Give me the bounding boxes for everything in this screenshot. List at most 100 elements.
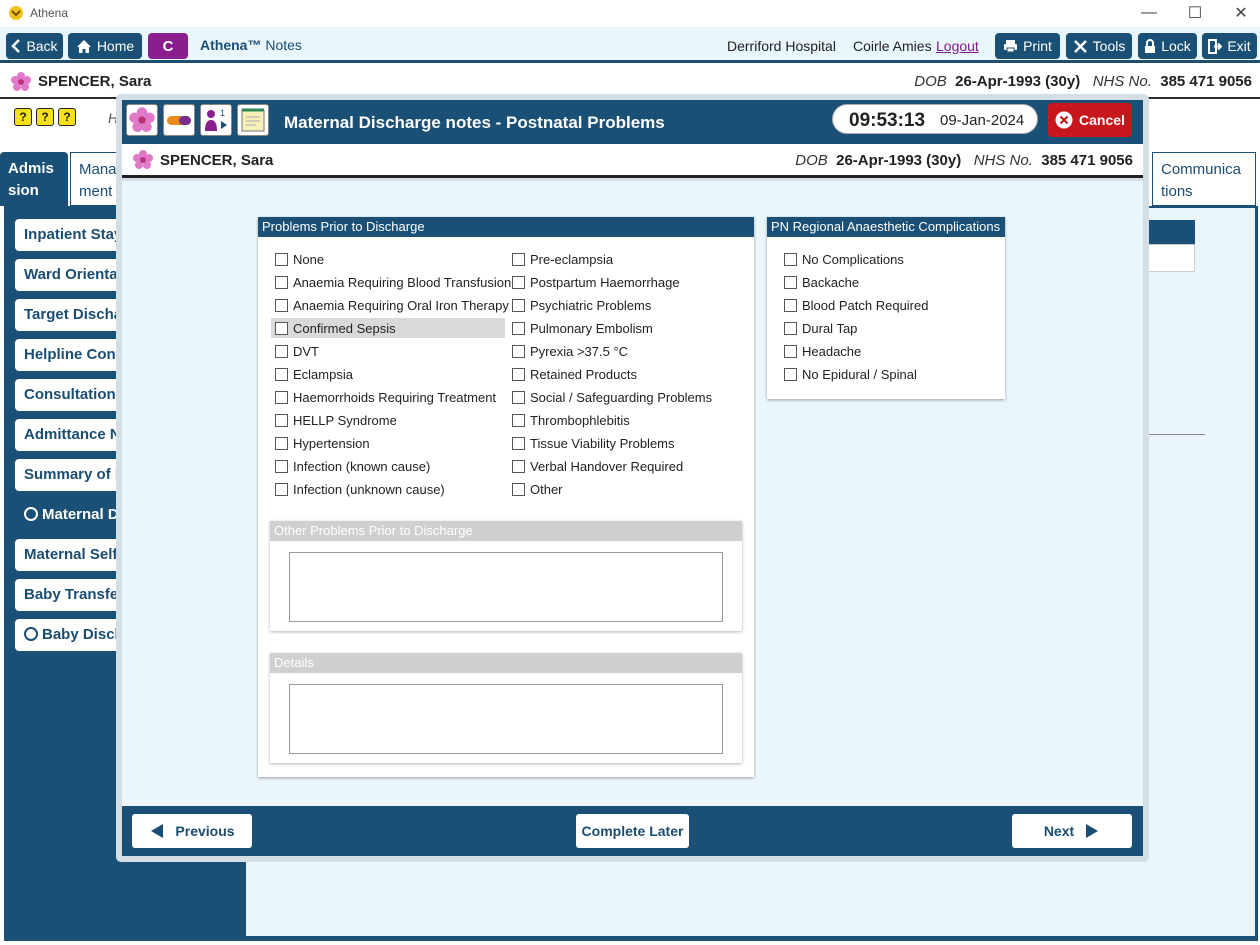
sidebar-item-target-discharge[interactable]: Target Dischar [15, 299, 125, 331]
checkbox-pre-eclampsia[interactable]: Pre-eclampsia [508, 249, 748, 269]
sidebar-item-summary[interactable]: Summary of P [15, 459, 125, 491]
tools-button[interactable]: Tools [1066, 33, 1132, 59]
sidebar-item-baby-discharge[interactable]: Baby Discha [15, 619, 125, 651]
checkbox-box[interactable] [512, 252, 525, 266]
checkbox-box[interactable] [784, 275, 797, 289]
back-button[interactable]: Back [6, 33, 63, 59]
dialog-patient-name: SPENCER, Sara [160, 152, 274, 169]
checkbox-box[interactable] [512, 413, 525, 427]
checkbox-infection-unknown-cause[interactable]: Infection (unknown cause) [271, 479, 505, 499]
sidebar-item-maternal-self[interactable]: Maternal Self [15, 539, 125, 571]
checkbox-box[interactable] [784, 321, 797, 335]
next-button[interactable]: Next [1012, 814, 1132, 848]
checkbox-hypertension[interactable]: Hypertension [271, 433, 505, 453]
checkbox-hellp-syndrome[interactable]: HELLP Syndrome [271, 410, 505, 430]
checkbox-no-complications[interactable]: No Complications [780, 249, 1000, 269]
tab-admission[interactable]: Admis sion [0, 152, 68, 206]
checkbox-other[interactable]: Other [508, 479, 748, 499]
sidebar-item-helpline-contact[interactable]: Helpline Cont [15, 339, 125, 371]
help-icon[interactable]: ? [36, 108, 54, 126]
previous-button[interactable]: Previous [132, 814, 252, 848]
lock-icon [1145, 38, 1156, 53]
checkbox-infection-known-cause[interactable]: Infection (known cause) [271, 456, 505, 476]
notes-tab-icon[interactable] [237, 104, 269, 136]
checkbox-box[interactable] [275, 482, 288, 496]
checkbox-box[interactable] [275, 367, 288, 381]
checkbox-box[interactable] [512, 436, 525, 450]
lock-button[interactable]: Lock [1138, 33, 1197, 59]
checkbox-box[interactable] [275, 298, 288, 312]
checkbox-box[interactable] [512, 367, 525, 381]
checkbox-social-safeguarding-problems[interactable]: Social / Safeguarding Problems [508, 387, 748, 407]
sidebar-item-maternal-discharge[interactable]: Maternal Di [15, 499, 125, 531]
checkbox-none[interactable]: None [271, 249, 505, 269]
checkbox-blood-patch-required[interactable]: Blood Patch Required [780, 295, 1000, 315]
checkbox-box[interactable] [275, 436, 288, 450]
flower-tab-icon[interactable] [126, 104, 158, 136]
checkbox-thrombophlebitis[interactable]: Thrombophlebitis [508, 410, 748, 430]
medication-tab-icon[interactable] [163, 104, 195, 136]
help-alt-icon[interactable]: ? [58, 108, 76, 126]
checkbox-confirmed-sepsis[interactable]: Confirmed Sepsis [271, 318, 505, 338]
checkbox-psychiatric-problems[interactable]: Psychiatric Problems [508, 295, 748, 315]
checkbox-postpartum-haemorrhage[interactable]: Postpartum Haemorrhage [508, 272, 748, 292]
patient-info: DOB 26-Apr-1993 (30y) NHS No. 385 471 90… [914, 73, 1252, 90]
checkbox-anaemia-requiring-oral-iron-therapy[interactable]: Anaemia Requiring Oral Iron Therapy [271, 295, 509, 315]
checkbox-box[interactable] [512, 482, 525, 496]
sidebar-item-ward-orientation[interactable]: Ward Orientat [15, 259, 125, 291]
exit-icon [1208, 38, 1223, 54]
checkbox-dural-tap[interactable]: Dural Tap [780, 318, 1000, 338]
checkbox-tissue-viability-problems[interactable]: Tissue Viability Problems [508, 433, 748, 453]
checkbox-pyrexia-37-5-c[interactable]: Pyrexia >37.5 °C [508, 341, 748, 361]
checkbox-haemorrhoids-requiring-treatment[interactable]: Haemorrhoids Requiring Treatment [271, 387, 505, 407]
home-button[interactable]: Home [68, 33, 142, 59]
sidebar-item-inpatient-stay[interactable]: Inpatient Stay [15, 219, 125, 251]
checkbox-box[interactable] [275, 390, 288, 404]
checkbox-box[interactable] [784, 367, 797, 381]
minimize-button[interactable]: — [1126, 0, 1172, 26]
checkbox-headache[interactable]: Headache [780, 341, 1000, 361]
other-problems-textarea[interactable] [289, 552, 723, 622]
checkbox-box[interactable] [512, 298, 525, 312]
sidebar-item-baby-transfer[interactable]: Baby Transfer [15, 579, 125, 611]
checkbox-box[interactable] [275, 321, 288, 335]
question-list-icon[interactable]: ? [14, 108, 32, 126]
checkbox-box[interactable] [512, 275, 525, 289]
checkbox-box[interactable] [275, 275, 288, 289]
logout-link[interactable]: Logout [936, 38, 979, 54]
sidebar-item-admittance[interactable]: Admittance N [15, 419, 125, 451]
checkbox-box[interactable] [784, 252, 797, 266]
checkbox-box[interactable] [275, 459, 288, 473]
c-badge-button[interactable]: C [148, 33, 188, 59]
complete-later-button[interactable]: Complete Later [576, 814, 689, 848]
checkbox-box[interactable] [512, 459, 525, 473]
maternal-discharge-dialog: 1 Maternal Discharge notes - Postnatal P… [116, 94, 1149, 862]
mother-baby-tab-icon[interactable]: 1 [200, 104, 232, 136]
checkbox-box[interactable] [275, 252, 288, 266]
checkbox-pulmonary-embolism[interactable]: Pulmonary Embolism [508, 318, 748, 338]
details-textarea[interactable] [289, 684, 723, 754]
checkbox-box[interactable] [784, 298, 797, 312]
tab-communications[interactable]: Communica tions [1152, 152, 1256, 206]
close-window-button[interactable]: ✕ [1218, 0, 1260, 26]
checkbox-verbal-handover-required[interactable]: Verbal Handover Required [508, 456, 748, 476]
checkbox-box[interactable] [512, 390, 525, 404]
exit-button[interactable]: Exit [1202, 33, 1257, 59]
print-button[interactable]: Print [995, 33, 1060, 59]
checkbox-box[interactable] [275, 344, 288, 358]
sidebar-item-consultation[interactable]: Consultation I [15, 379, 125, 411]
checkbox-dvt[interactable]: DVT [271, 341, 505, 361]
checkbox-retained-products[interactable]: Retained Products [508, 364, 748, 384]
checkbox-no-epidural-spinal[interactable]: No Epidural / Spinal [780, 364, 1000, 384]
checkbox-backache[interactable]: Backache [780, 272, 1000, 292]
checkbox-box[interactable] [784, 344, 797, 358]
checkbox-box[interactable] [275, 413, 288, 427]
maximize-button[interactable]: ☐ [1172, 0, 1218, 26]
checkbox-label: Retained Products [530, 366, 637, 382]
checkbox-box[interactable] [512, 344, 525, 358]
checkbox-eclampsia[interactable]: Eclampsia [271, 364, 505, 384]
tab-management[interactable]: Mana ment [70, 152, 120, 206]
checkbox-anaemia-requiring-blood-transfusion[interactable]: Anaemia Requiring Blood Transfusion [271, 272, 511, 292]
cancel-button[interactable]: Cancel [1048, 103, 1132, 137]
checkbox-box[interactable] [512, 321, 525, 335]
